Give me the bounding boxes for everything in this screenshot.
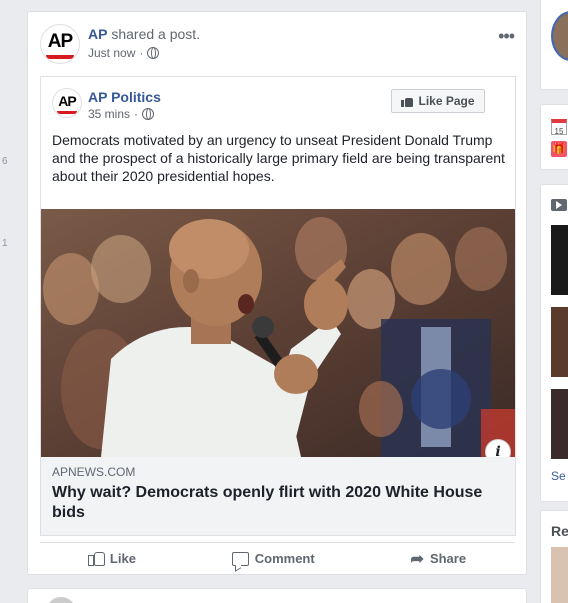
events-panel: 15 🎁 [540,104,568,170]
like-page-label: Like Page [418,94,475,108]
meta-separator: · [134,107,139,121]
link-title[interactable]: Why wait? Democrats openly flirt with 20… [52,483,492,523]
ap-politics-logo-avatar[interactable]: AP [52,88,82,118]
logo-red-arc [46,55,74,59]
thumbs-up-icon [87,551,105,566]
watch-panel: Se [540,184,568,502]
profile-avatar[interactable] [551,11,568,61]
like-button[interactable]: Like [87,549,136,568]
share-button[interactable]: ➦ Share [411,549,467,568]
comment-icon [231,551,249,566]
shared-post: AP AP Politics 35 mins · Like Page Democ… [40,76,516,536]
author-name-link[interactable]: AP [88,26,107,42]
comment-button[interactable]: Comment [231,549,315,568]
share-label: Share [429,551,467,566]
left-rail-count-bottom: 1 [2,238,8,249]
post-header-line: AP shared a post. [88,26,200,42]
post-meta: Just now · [88,46,160,60]
recommended-thumbnail[interactable] [551,547,568,603]
link-preview-image[interactable]: i [41,209,515,457]
logo-lettering: AP [47,31,73,52]
recommended-panel: Re [540,510,568,603]
logo-red-arc-small [57,111,77,114]
post-header: AP AP shared a post. Just now · ••• [40,24,515,68]
link-preview-caption[interactable]: apnews.com Why wait? Democrats openly fl… [41,457,515,535]
comment-label: Comment [254,551,315,566]
shared-post-meta: 35 mins · [88,107,155,121]
shared-page-name-link[interactable]: AP Politics [88,89,161,105]
ap-logo-avatar[interactable]: AP [40,24,80,64]
globe-icon[interactable] [147,47,160,59]
video-thumbnail[interactable] [551,225,568,295]
video-icon [551,199,567,211]
like-label: Like [109,551,136,566]
video-thumbnail[interactable] [551,389,568,459]
calendar-icon[interactable]: 15 [551,119,567,136]
share-arrow-icon: ➦ [410,550,424,568]
right-sidebar: 15 🎁 Se Re [540,0,568,603]
next-post-avatar[interactable] [46,597,76,603]
post-action-bar: Like Comment ➦ Share [40,542,514,568]
thumbs-up-icon [401,96,414,107]
link-domain: apnews.com [52,465,136,479]
logo-lettering-small: AP [58,93,76,109]
recommended-heading: Re [551,523,568,539]
profile-panel [540,0,568,90]
left-rail-count-top: 6 [2,156,8,167]
action-text: shared a post. [111,26,201,42]
next-feed-post-card [27,588,527,603]
gift-icon[interactable]: 🎁 [551,141,567,157]
feed-post-card: AP AP shared a post. Just now · ••• AP A… [27,11,527,575]
meta-separator: · [139,46,144,60]
post-body-text: Democrats motivated by an urgency to uns… [52,132,505,184]
photo-illustration [41,209,515,457]
post-timestamp[interactable]: Just now [88,46,135,60]
globe-icon[interactable] [142,108,155,120]
video-thumbnail[interactable] [551,307,568,377]
see-all-link[interactable]: Se [551,469,566,483]
shared-post-timestamp[interactable]: 35 mins [88,107,130,121]
like-page-button[interactable]: Like Page [391,89,485,113]
more-options-button[interactable]: ••• [498,26,515,47]
